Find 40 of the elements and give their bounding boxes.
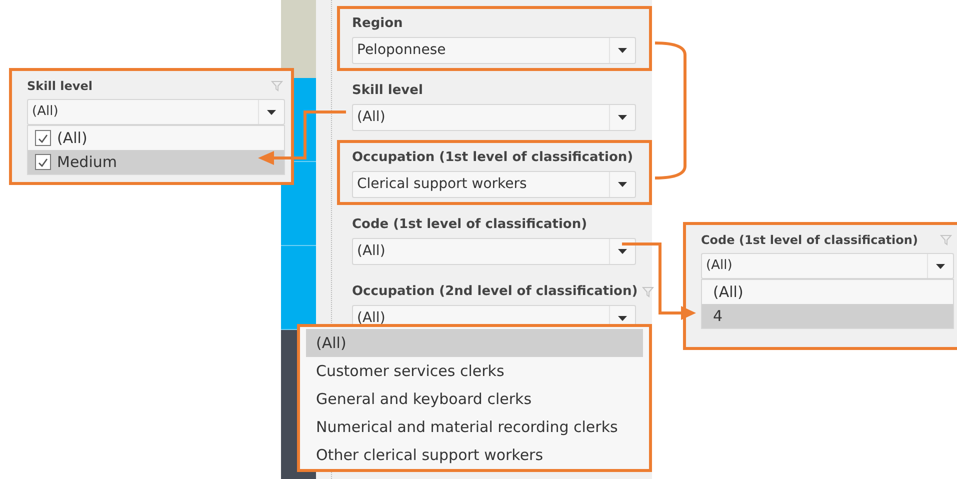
caret-icon	[618, 182, 627, 186]
dropdown-value: (All)	[356, 108, 386, 126]
filter-label: Occupation (1st level of classification)	[352, 149, 634, 167]
checkmark-icon	[38, 158, 48, 166]
dropdown-value: (All)	[705, 257, 734, 276]
dropdown-value: Clerical support workers	[356, 174, 528, 194]
filter-label: Code (1st level of classification)	[352, 216, 588, 234]
dropdown-value: Peloponnese	[356, 40, 447, 60]
list-option[interactable]: (All)	[28, 126, 284, 150]
filter-label: Skill level	[27, 78, 92, 95]
list-option[interactable]: 4	[702, 304, 953, 328]
caret-icon	[618, 248, 627, 254]
checkmark-icon	[38, 134, 48, 142]
caret-icon	[618, 114, 627, 120]
list-option[interactable]: (All)	[702, 280, 953, 304]
list-option[interactable]: (All)	[306, 329, 643, 357]
list-option[interactable]: Medium	[28, 150, 284, 174]
dropdown-field[interactable]: (All)	[352, 104, 636, 130]
caret-icon	[618, 48, 627, 52]
filter-label: Region	[352, 15, 403, 33]
dropdown-field[interactable]: (All)	[352, 238, 636, 264]
dropdown-value: (All)	[356, 242, 386, 260]
checkbox[interactable]	[35, 130, 51, 146]
dropdown-value: (All)	[356, 308, 386, 328]
checkbox[interactable]	[35, 154, 51, 170]
filter-label: Skill level	[352, 82, 423, 100]
caret-icon	[618, 316, 627, 320]
list-option[interactable]: General and keyboard clerks	[306, 385, 643, 413]
dropdown-field[interactable]: (All)	[27, 99, 285, 125]
dropdown-field[interactable]: Peloponnese	[352, 36, 636, 64]
list-option[interactable]: Other clerical support workers	[306, 441, 643, 469]
filter-label: Occupation (2nd level of classification)	[352, 283, 638, 301]
filter-label: Code (1st level of classification)	[701, 232, 918, 249]
list-option[interactable]: Customer services clerks	[306, 357, 643, 385]
dropdown-field[interactable]: (All)	[701, 253, 954, 279]
caret-icon	[936, 264, 945, 268]
dropdown-field[interactable]: Clerical support workers	[352, 170, 636, 198]
dropdown-value: (All)	[31, 103, 60, 122]
caret-icon	[267, 110, 276, 114]
list-option[interactable]: Numerical and material recording clerks	[306, 413, 643, 441]
